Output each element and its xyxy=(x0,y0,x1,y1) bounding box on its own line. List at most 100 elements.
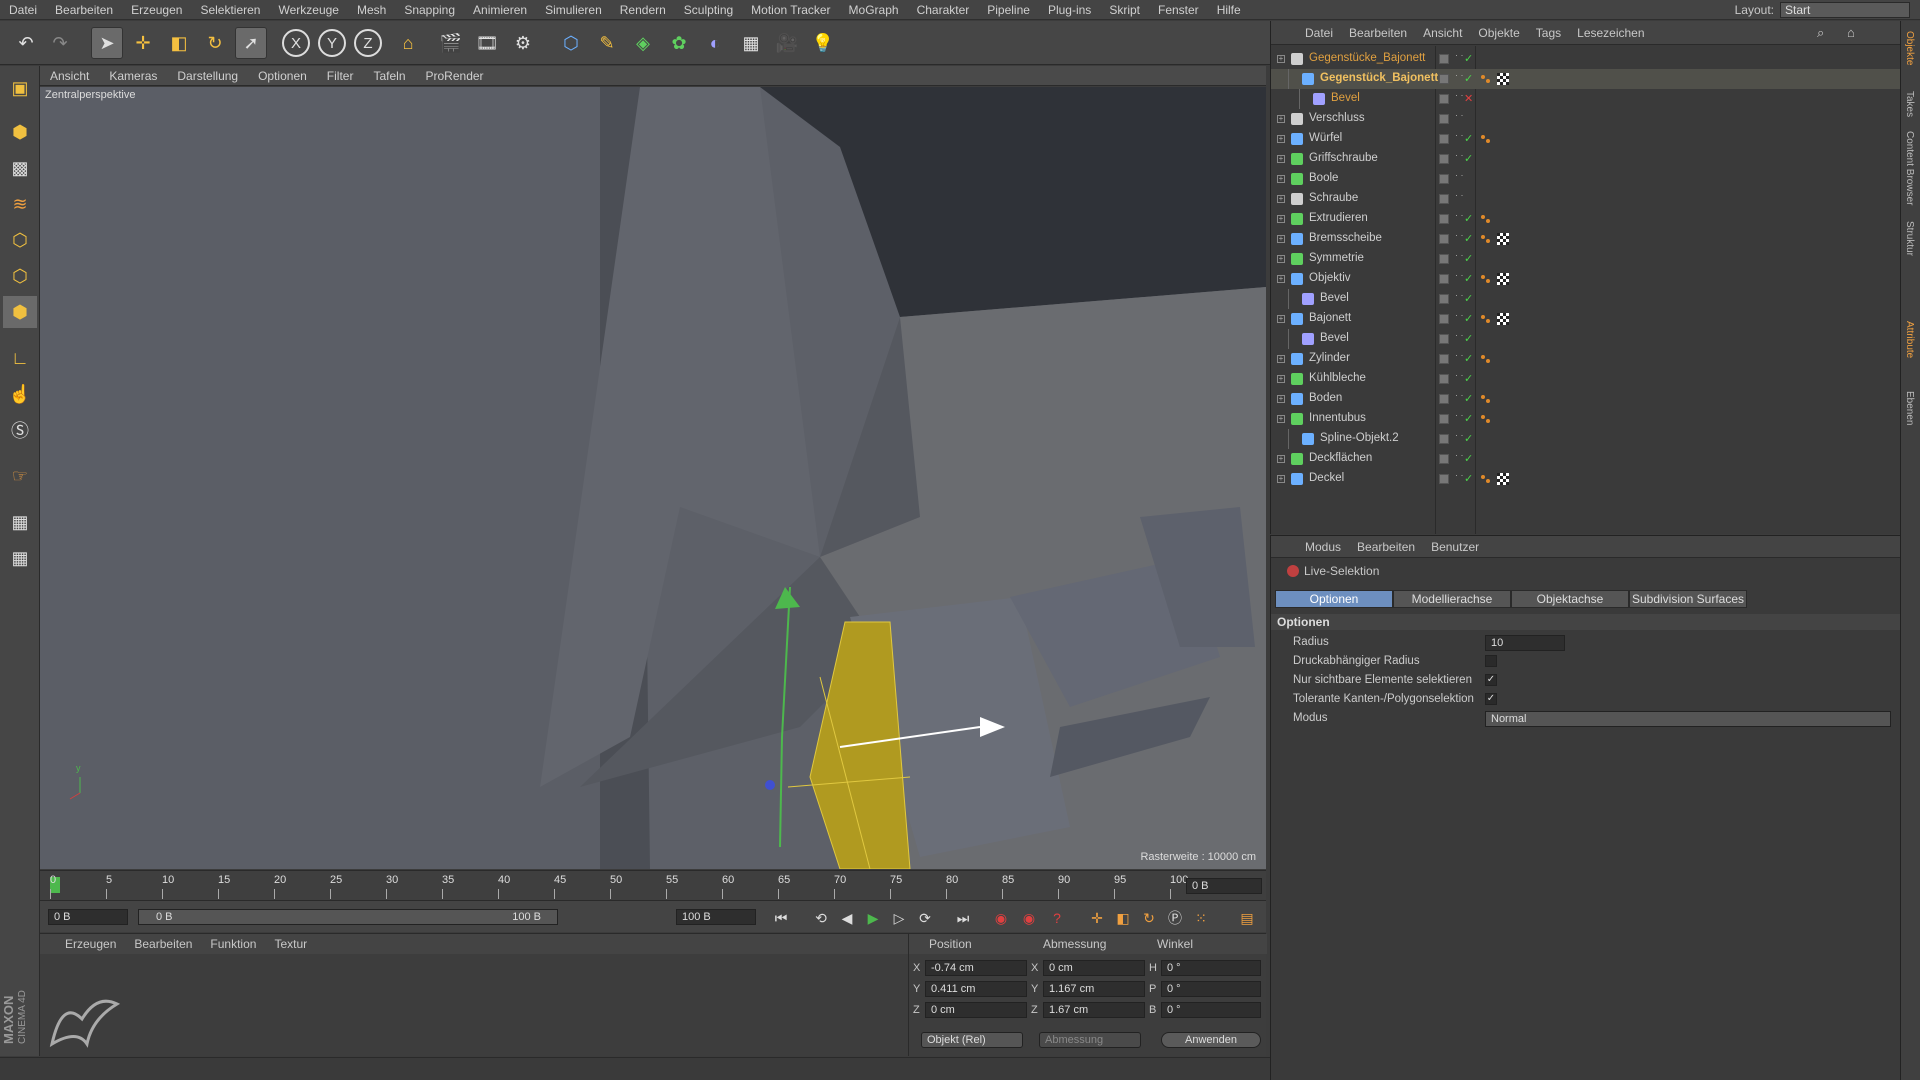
enabled-check-icon[interactable]: ✓ xyxy=(1464,132,1473,145)
phong-tag-icon[interactable] xyxy=(1486,219,1490,223)
visibility-dots-icon[interactable]: · · xyxy=(1455,331,1464,340)
menu-1[interactable]: Bearbeiten xyxy=(46,3,122,17)
current-frame-field[interactable]: 0 B xyxy=(1186,878,1262,894)
enabled-check-icon[interactable]: ✓ xyxy=(1464,52,1473,65)
edge-mode-icon[interactable]: ⬡ xyxy=(3,260,37,292)
previous-key-icon[interactable]: ⟲ xyxy=(810,908,832,928)
layer-flag-icon[interactable] xyxy=(1439,114,1449,124)
record-keys-icon[interactable]: ◉ xyxy=(990,908,1012,928)
visibility-dots-icon[interactable]: · · xyxy=(1455,91,1464,100)
z-axis-lock-icon[interactable]: Z xyxy=(354,29,382,57)
phong-tag-icon[interactable] xyxy=(1481,475,1485,479)
phong-tag-icon[interactable] xyxy=(1481,355,1485,359)
visibility-dots-icon[interactable]: · · xyxy=(1455,191,1464,200)
visibility-dots-icon[interactable]: · · xyxy=(1455,411,1464,420)
object-name[interactable]: Zylinder xyxy=(1309,352,1350,364)
position-field[interactable]: -0.74 cm xyxy=(925,960,1027,976)
visibility-dots-icon[interactable]: · · xyxy=(1455,71,1464,80)
phong-tag-icon[interactable] xyxy=(1486,479,1490,483)
visibility-dots-icon[interactable]: · · xyxy=(1455,151,1464,160)
layer-flag-icon[interactable] xyxy=(1439,94,1449,104)
menu-16[interactable]: Skript xyxy=(1100,3,1149,17)
render-picture-viewer-icon[interactable]: 🎞 xyxy=(471,27,503,59)
sculpt-icon[interactable]: ☞ xyxy=(3,460,37,492)
layer-flag-icon[interactable] xyxy=(1439,74,1449,84)
material-menu-item[interactable]: Funktion xyxy=(201,937,265,951)
object-name[interactable]: Bremsscheibe xyxy=(1309,232,1382,244)
attribute-checkbox[interactable]: ✓ xyxy=(1485,674,1497,686)
object-name[interactable]: Boden xyxy=(1309,392,1342,404)
visibility-dots-icon[interactable]: · · xyxy=(1455,231,1464,240)
object-row[interactable]: Bevel · · ✕ xyxy=(1271,89,1901,109)
layer-flag-icon[interactable] xyxy=(1439,474,1449,484)
material-menu-item[interactable]: Erzeugen xyxy=(56,937,125,951)
layer-flag-icon[interactable] xyxy=(1439,374,1449,384)
object-name[interactable]: Symmetrie xyxy=(1309,252,1364,264)
phong-tag-icon[interactable] xyxy=(1481,315,1485,319)
phong-tag-icon[interactable] xyxy=(1481,75,1485,79)
layer-flag-icon[interactable] xyxy=(1439,194,1449,204)
object-row[interactable]: Gegenstück_Bajonett · · ✓ xyxy=(1271,69,1901,89)
tab-optionen[interactable]: Optionen xyxy=(1275,590,1393,608)
object-row[interactable]: + Kühlbleche · · ✓ xyxy=(1271,369,1901,389)
side-tab-3[interactable]: Struktur xyxy=(1904,221,1915,256)
make-editable-icon[interactable]: ▣ xyxy=(3,72,37,104)
expand-toggle[interactable]: + xyxy=(1277,375,1285,383)
enabled-check-icon[interactable]: ✓ xyxy=(1464,432,1473,445)
timeline-window-icon[interactable]: ▤ xyxy=(1236,908,1258,928)
x-axis-lock-icon[interactable]: X xyxy=(282,29,310,57)
menu-0[interactable]: Datei xyxy=(0,3,46,17)
go-to-end-icon[interactable]: ⏭ xyxy=(952,908,974,928)
viewport-menu-item[interactable]: Darstellung xyxy=(167,69,248,83)
layer-flag-icon[interactable] xyxy=(1439,414,1449,424)
pen-spline-icon[interactable]: ✎ xyxy=(591,27,623,59)
expand-toggle[interactable]: + xyxy=(1277,195,1285,203)
keyframe-selection-icon[interactable]: ? xyxy=(1046,908,1068,928)
menu-15[interactable]: Plug-ins xyxy=(1039,3,1100,17)
next-key-icon[interactable]: ⟳ xyxy=(914,908,936,928)
enabled-check-icon[interactable]: ✓ xyxy=(1464,392,1473,405)
phong-tag-icon[interactable] xyxy=(1486,139,1490,143)
live-selection-button[interactable]: ➤ xyxy=(91,27,123,59)
object-row[interactable]: + Deckflächen · · ✓ xyxy=(1271,449,1901,469)
expand-toggle[interactable]: + xyxy=(1277,255,1285,263)
object-menu-item[interactable]: Lesezeichen xyxy=(1569,26,1652,40)
object-name[interactable]: Kühlbleche xyxy=(1309,372,1366,384)
mode-select[interactable]: Normal xyxy=(1485,711,1891,727)
viewport-menu-item[interactable]: Kameras xyxy=(99,69,167,83)
object-name[interactable]: Würfel xyxy=(1309,132,1342,144)
object-name[interactable]: Bevel xyxy=(1331,92,1360,104)
visibility-dots-icon[interactable]: · · xyxy=(1455,271,1464,280)
layer-flag-icon[interactable] xyxy=(1439,254,1449,264)
redo-button[interactable]: ↷ xyxy=(44,27,76,59)
object-name[interactable]: Bevel xyxy=(1320,332,1349,344)
phong-tag-icon[interactable] xyxy=(1481,275,1485,279)
visibility-dots-icon[interactable]: · · xyxy=(1455,451,1464,460)
key-pla-icon[interactable]: ⁙ xyxy=(1190,908,1212,928)
position-field[interactable]: 0 cm xyxy=(925,1002,1027,1018)
layout-select[interactable]: Start xyxy=(1780,2,1910,18)
auto-key-icon[interactable]: ◉ xyxy=(1018,908,1040,928)
layer-flag-icon[interactable] xyxy=(1439,294,1449,304)
enabled-check-icon[interactable]: ✓ xyxy=(1464,212,1473,225)
visibility-dots-icon[interactable]: · · xyxy=(1455,351,1464,360)
axis-mode-icon[interactable]: ∟ xyxy=(3,342,37,374)
tweak-mode-icon[interactable]: ☝ xyxy=(3,378,37,410)
size-field[interactable]: 1.67 cm xyxy=(1043,1002,1145,1018)
object-row[interactable]: + Griffschraube · · ✓ xyxy=(1271,149,1901,169)
enabled-check-icon[interactable]: ✓ xyxy=(1464,272,1473,285)
object-name[interactable]: Innentubus xyxy=(1309,412,1366,424)
object-row[interactable]: + Bremsscheibe · · ✓ xyxy=(1271,229,1901,249)
attribute-checkbox[interactable] xyxy=(1485,655,1497,667)
play-icon[interactable]: ▶ xyxy=(862,908,884,928)
subdivision-surface-icon[interactable]: ◈ xyxy=(627,27,659,59)
expand-toggle[interactable]: + xyxy=(1277,395,1285,403)
end-frame-field[interactable]: 100 B xyxy=(676,909,756,925)
menu-5[interactable]: Mesh xyxy=(348,3,395,17)
enabled-check-icon[interactable]: ✓ xyxy=(1464,452,1473,465)
cube-primitive-icon[interactable]: ⬡ xyxy=(555,27,587,59)
scale-tool-button[interactable]: ◧ xyxy=(163,27,195,59)
enabled-check-icon[interactable]: ✓ xyxy=(1464,412,1473,425)
light-icon[interactable]: 💡 xyxy=(807,27,839,59)
expand-toggle[interactable]: + xyxy=(1277,455,1285,463)
